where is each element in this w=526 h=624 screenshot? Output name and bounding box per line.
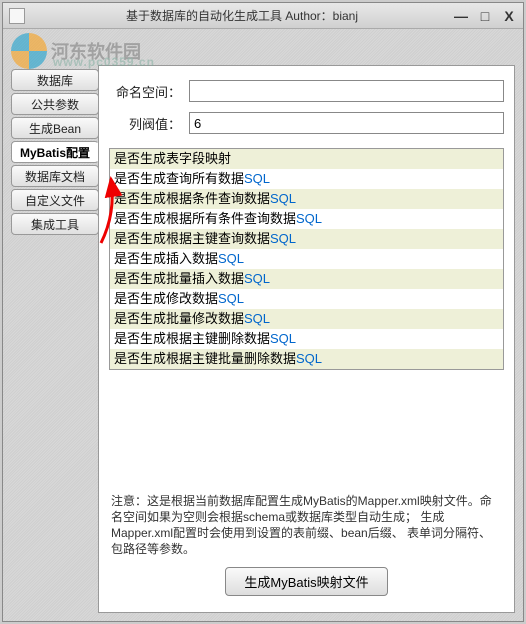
- maximize-button[interactable]: □: [477, 8, 493, 24]
- watermark: 河东软件园 www.pc0359.cn: [11, 33, 141, 69]
- titlebar: 基于数据库的自动化生成工具 Author：bianj — □ X: [3, 3, 523, 29]
- threshold-input[interactable]: [189, 112, 504, 134]
- sidebar-item-4[interactable]: 数据库文档: [11, 165, 99, 187]
- option-row[interactable]: 是否生成插入数据SQL: [110, 249, 503, 269]
- sidebar-item-0[interactable]: 数据库: [11, 69, 99, 91]
- option-row[interactable]: 是否生成根据主键批量删除数据SQL: [110, 349, 503, 369]
- watermark-logo-icon: [11, 33, 47, 69]
- sidebar-item-2[interactable]: 生成Bean: [11, 117, 99, 139]
- option-row[interactable]: 是否生成修改数据SQL: [110, 289, 503, 309]
- sidebar-item-6[interactable]: 集成工具: [11, 213, 99, 235]
- options-list: 是否生成表字段映射是否生成查询所有数据SQL是否生成根据条件查询数据SQL是否生…: [109, 148, 504, 370]
- notice-text: 注意：这是根据当前数据库配置生成MyBatis的Mapper.xml映射文件。命…: [109, 487, 504, 567]
- sidebar-item-5[interactable]: 自定义文件: [11, 189, 99, 211]
- option-row[interactable]: 是否生成批量修改数据SQL: [110, 309, 503, 329]
- sidebar-item-3[interactable]: MyBatis配置: [11, 141, 99, 163]
- option-row[interactable]: 是否生成批量插入数据SQL: [110, 269, 503, 289]
- option-row[interactable]: 是否生成根据主键删除数据SQL: [110, 329, 503, 349]
- option-row[interactable]: 是否生成查询所有数据SQL: [110, 169, 503, 189]
- namespace-label: 命名空间：: [109, 82, 181, 101]
- watermark-text: 河东软件园: [51, 38, 141, 64]
- option-row[interactable]: 是否生成表字段映射: [110, 149, 503, 169]
- namespace-input[interactable]: [189, 80, 504, 102]
- sidebar: 数据库公共参数生成BeanMyBatis配置数据库文档自定义文件集成工具: [11, 65, 99, 613]
- main-panel: 命名空间： 列阀值： 是否生成表字段映射是否生成查询所有数据SQL是否生成根据条…: [98, 65, 515, 613]
- sidebar-item-1[interactable]: 公共参数: [11, 93, 99, 115]
- minimize-button[interactable]: —: [453, 8, 469, 24]
- threshold-label: 列阀值：: [109, 114, 181, 133]
- option-row[interactable]: 是否生成根据条件查询数据SQL: [110, 189, 503, 209]
- generate-button[interactable]: 生成MyBatis映射文件: [225, 567, 387, 596]
- window-title: 基于数据库的自动化生成工具 Author：bianj: [31, 7, 453, 24]
- app-icon: [9, 8, 25, 24]
- close-button[interactable]: X: [501, 8, 517, 24]
- option-row[interactable]: 是否生成根据主键查询数据SQL: [110, 229, 503, 249]
- option-row[interactable]: 是否生成根据所有条件查询数据SQL: [110, 209, 503, 229]
